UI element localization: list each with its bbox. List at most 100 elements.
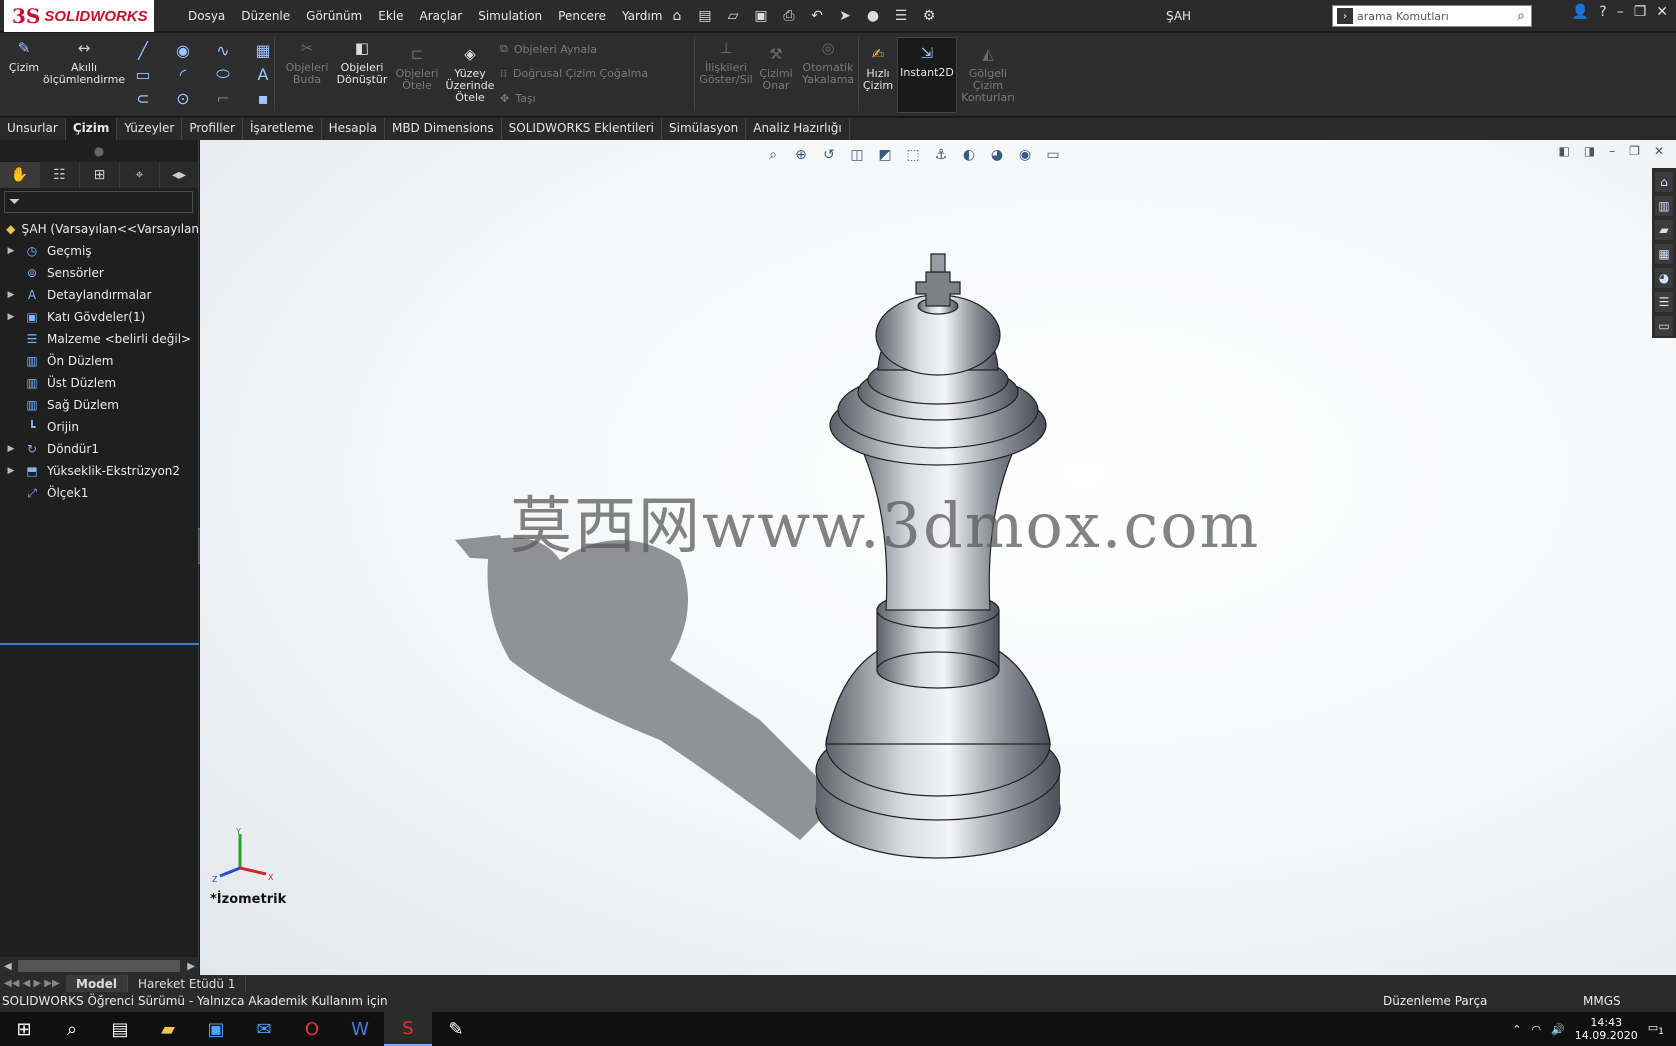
panel-grip[interactable]: ●: [0, 140, 198, 162]
feature-tree-scrollbar[interactable]: ◀ ▶: [0, 957, 199, 975]
polygon-icon[interactable]: ⊙: [172, 87, 194, 109]
unit-system-selector[interactable]: MMGS: [1583, 994, 1621, 1008]
save-icon[interactable]: ▣: [750, 5, 772, 27]
expand-arrow-icon[interactable]: ▶: [5, 444, 17, 454]
command-search[interactable]: › arama Komutları ⌕: [1332, 5, 1532, 27]
mirror-entities-button[interactable]: ⧉ Objeleri Aynala: [500, 42, 597, 56]
opera-icon[interactable]: O: [288, 1012, 336, 1046]
tree-node-sensors[interactable]: ⊚ Sensörler: [0, 262, 199, 284]
text-icon[interactable]: A: [252, 63, 274, 85]
notification-icon[interactable]: ▭1: [1648, 1021, 1664, 1037]
tab-scroll-arrows-icon[interactable]: ◂▸: [160, 162, 199, 188]
search-input[interactable]: arama Komutları: [1357, 10, 1517, 23]
user-icon[interactable]: 👤: [1572, 4, 1589, 20]
smart-dimension-button[interactable]: ↔ Akıllı ölçümlendirme: [43, 37, 125, 86]
solidworks-taskbar-icon[interactable]: S: [384, 1012, 432, 1046]
trim-entities-button[interactable]: ✂ Objeleri Buda: [282, 37, 332, 86]
instant2d-button[interactable]: ⇲ Instant2D: [897, 37, 957, 113]
mail-icon[interactable]: ✉: [240, 1012, 288, 1046]
fillet-icon[interactable]: ⌐: [212, 87, 234, 109]
expand-arrow-icon[interactable]: ▶: [5, 312, 17, 322]
scroll-thumb[interactable]: [18, 960, 180, 972]
tab-unsurlar[interactable]: Unsurlar: [0, 118, 66, 140]
tree-node-history[interactable]: ▶ ◷ Geçmiş: [0, 240, 199, 262]
rapid-sketch-button[interactable]: ✍ Hızlı Çizim: [862, 43, 894, 92]
tab-motion-study[interactable]: Hareket Etüdü 1: [128, 975, 247, 992]
windows-start-icon[interactable]: ⊞: [0, 1012, 48, 1046]
tab-mbd-dimensions[interactable]: MBD Dimensions: [385, 118, 502, 140]
arc-icon[interactable]: ◜: [172, 63, 194, 85]
taskbar-search-icon[interactable]: ⌕: [48, 1012, 96, 1046]
new-icon[interactable]: ▤: [694, 5, 716, 27]
menu-simulation[interactable]: Simulation: [470, 9, 550, 23]
repair-sketch-button[interactable]: ⚒ Çizimi Onar: [756, 43, 796, 92]
help-icon[interactable]: ?: [1599, 4, 1606, 20]
quick-snaps-button[interactable]: ◎ Otomatik Yakalama: [800, 37, 856, 86]
linear-pattern-button[interactable]: ⁞⁞ Doğrusal Çizim Çoğalma: [500, 67, 648, 80]
open-icon[interactable]: ▱: [722, 5, 744, 27]
volume-icon[interactable]: 🔊: [1551, 1023, 1565, 1036]
tab-solidworks-eklentileri[interactable]: SOLIDWORKS Eklentileri: [502, 118, 663, 140]
hatch-icon[interactable]: ▦: [252, 39, 274, 61]
convert-entities-button[interactable]: ◧ Objeleri Dönüştür: [334, 37, 390, 86]
tree-node-origin[interactable]: ┗ Orijin: [0, 416, 199, 438]
tree-node-right-plane[interactable]: ▥ Sağ Düzlem: [0, 394, 199, 416]
menu-ekle[interactable]: Ekle: [370, 9, 411, 23]
rectangle-icon[interactable]: ▭: [132, 63, 154, 85]
tree-node-solid-bodies[interactable]: ▶ ▣ Katı Gövdeler(1): [0, 306, 199, 328]
store-icon[interactable]: ▣: [192, 1012, 240, 1046]
line-icon[interactable]: ╱: [132, 39, 154, 61]
spline-icon[interactable]: ∿: [212, 39, 234, 61]
tab-navigation-arrows-icon[interactable]: ◀◀ ◀ ▶ ▶▶: [0, 978, 66, 989]
dimxpert-tab-icon[interactable]: ⌖: [120, 162, 160, 188]
task-view-icon[interactable]: ▤: [96, 1012, 144, 1046]
paint-icon[interactable]: ✎: [432, 1012, 480, 1046]
expand-arrow-icon[interactable]: ▶: [5, 246, 17, 256]
tree-node-scale1[interactable]: ⤢ Ölçek1: [0, 482, 199, 504]
shaded-sketch-contours-button[interactable]: ◭ Gölgeli Çizim Konturları: [960, 43, 1016, 104]
tab-cizim[interactable]: Çizim: [65, 118, 118, 140]
minimize-icon[interactable]: –: [1617, 4, 1624, 20]
file-explorer-taskbar-icon[interactable]: ▰: [144, 1012, 192, 1046]
point-icon[interactable]: ▪: [252, 87, 274, 109]
menu-dosya[interactable]: Dosya: [180, 9, 233, 23]
tree-node-top-plane[interactable]: ▥ Üst Düzlem: [0, 372, 199, 394]
display-relations-button[interactable]: ⊥ İlişkileri Göster/Sil: [698, 37, 754, 86]
circle-icon[interactable]: ◉: [172, 39, 194, 61]
network-icon[interactable]: ◠: [1531, 1023, 1541, 1036]
print-icon[interactable]: ⎙: [778, 5, 800, 27]
search-icon[interactable]: ⌕: [1517, 8, 1525, 24]
scroll-left-icon[interactable]: ◀: [4, 961, 12, 972]
tab-simulasyon[interactable]: Simülasyon: [662, 118, 747, 140]
restore-icon[interactable]: ❐: [1634, 4, 1647, 20]
menu-araclar[interactable]: Araçlar: [412, 9, 471, 23]
expand-arrow-icon[interactable]: ▶: [5, 290, 17, 300]
home-icon[interactable]: ⌂: [666, 5, 688, 27]
propertymanager-tab-icon[interactable]: ☷: [40, 162, 80, 188]
tab-analiz-hazirligi[interactable]: Analiz Hazırlığı: [746, 118, 850, 140]
slot-icon[interactable]: ⊂: [132, 87, 154, 109]
menu-gorunum[interactable]: Görünüm: [298, 9, 370, 23]
tray-chevron-icon[interactable]: ⌃: [1512, 1023, 1521, 1036]
configurationmanager-tab-icon[interactable]: ⊞: [80, 162, 120, 188]
menu-pencere[interactable]: Pencere: [550, 9, 614, 23]
offset-entities-button[interactable]: ⊏ Objeleri Ötele: [394, 43, 440, 92]
graphics-area[interactable]: ⌕ ⊕ ↺ ◫ ◩ ⬚ ⚓ ◐ ◕ ◉ ▭ ◧ ◨ – ❐ ✕ ⌂ ▥ ▰ ▦ …: [200, 140, 1676, 975]
tree-node-annotations[interactable]: ▶ A Detaylandırmalar: [0, 284, 199, 306]
move-entities-button[interactable]: ✥ Taşı: [500, 92, 536, 105]
offset-on-surface-button[interactable]: ◈ Yüzey Üzerinde Ötele: [444, 43, 496, 104]
tab-isaretleme[interactable]: İşaretleme: [243, 118, 322, 140]
clock[interactable]: 14:43 14.09.2020: [1575, 1016, 1638, 1042]
sketch-button[interactable]: ✎ Çizim: [6, 37, 42, 74]
solidworks-logo[interactable]: 3S SOLIDWORKS: [4, 0, 154, 32]
file-properties-icon[interactable]: ☰: [890, 5, 912, 27]
tab-profiller[interactable]: Profiller: [182, 118, 243, 140]
options-gear-icon[interactable]: ⚙: [918, 5, 940, 27]
tab-yuzeyler[interactable]: Yüzeyler: [117, 118, 183, 140]
tab-model[interactable]: Model: [66, 975, 129, 992]
rollback-bar[interactable]: [0, 643, 199, 645]
tree-node-part[interactable]: ◆ ŞAH (Varsayılan<<Varsayılan: [0, 218, 199, 240]
tree-filter[interactable]: ⏷: [4, 191, 193, 213]
undo-icon[interactable]: ↶: [806, 5, 828, 27]
word-icon[interactable]: W: [336, 1012, 384, 1046]
